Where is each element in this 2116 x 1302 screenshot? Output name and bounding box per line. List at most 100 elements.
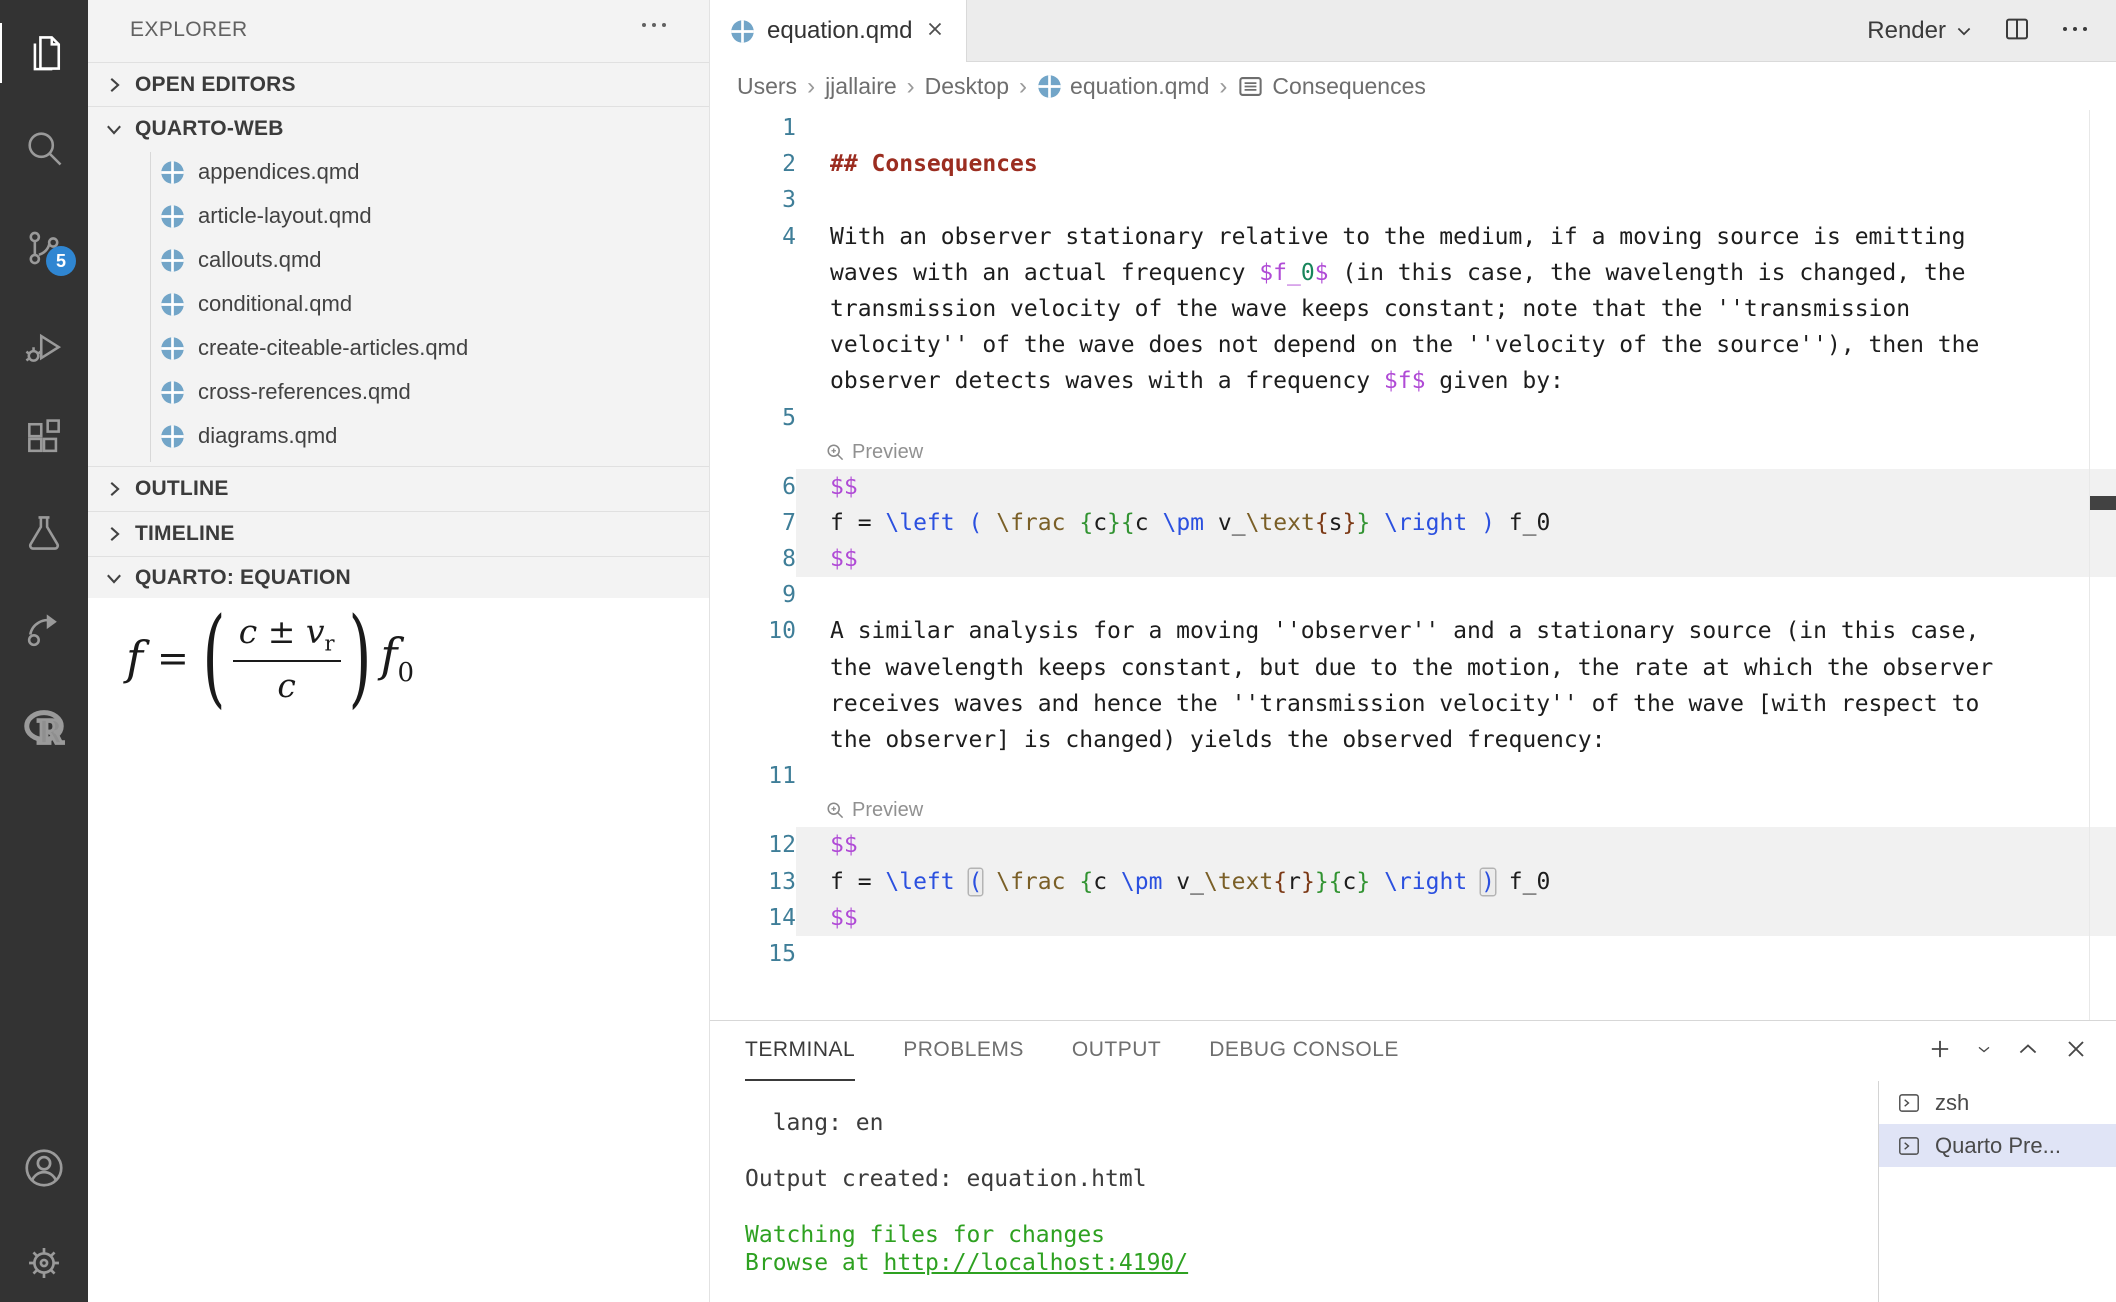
line-content[interactable] [796, 182, 2116, 218]
line-number: 4 [710, 219, 796, 255]
line-number [710, 722, 796, 758]
line-number: 5 [710, 400, 796, 436]
line-content[interactable] [796, 758, 2116, 794]
text-editor[interactable]: 12## Consequences34With an observer stat… [710, 110, 2116, 1020]
open-editors-section[interactable]: OPEN EDITORS [88, 62, 709, 106]
panel-tab-terminal[interactable]: TERMINAL [745, 1021, 855, 1081]
breadcrumb-item[interactable]: jjallaire [825, 73, 897, 100]
preview-codelens[interactable]: Preview [796, 436, 2116, 469]
testing-icon[interactable] [0, 503, 88, 563]
quarto-file-icon [160, 380, 185, 405]
line-content[interactable]: $$ [796, 541, 2116, 577]
timeline-section[interactable]: TIMELINE [88, 511, 709, 555]
run-debug-icon[interactable] [0, 318, 88, 378]
overview-ruler-cursor-marker[interactable] [2090, 496, 2116, 510]
line-content[interactable]: the observer] is changed) yields the obs… [796, 722, 2116, 758]
terminal-output[interactable]: lang: enOutput created: equation.htmlWat… [710, 1081, 1878, 1302]
line-content[interactable] [796, 577, 2116, 613]
outline-section[interactable]: OUTLINE [88, 466, 709, 510]
terminal-text: Output created: equation.html [745, 1166, 1147, 1192]
line-content[interactable]: observer detects waves with a frequency … [796, 363, 2116, 399]
svg-text:R: R [36, 712, 64, 751]
explorer-icon[interactable] [0, 23, 88, 83]
quarto-equation-section[interactable]: QUARTO: EQUATION [88, 556, 709, 598]
line-number [710, 327, 796, 363]
line-content[interactable]: $$ [796, 469, 2116, 505]
terminal-instance[interactable]: zsh [1879, 1081, 2116, 1124]
line-content[interactable]: velocity'' of the wave does not depend o… [796, 327, 2116, 363]
new-terminal-icon[interactable] [1926, 1035, 1954, 1068]
explorer-more-actions-icon[interactable] [639, 18, 669, 36]
quarto-equation-webview: f = ( c ± vr c ) f0 [88, 598, 709, 1302]
file-item[interactable]: appendices.qmd [88, 150, 709, 194]
line-content[interactable] [796, 936, 2116, 972]
account-icon[interactable] [0, 1138, 88, 1198]
editor-line: 15 [710, 936, 2116, 972]
maximize-panel-icon[interactable] [2014, 1035, 2042, 1068]
file-item[interactable]: diagrams.qmd [88, 414, 709, 458]
line-content[interactable]: $$ [796, 827, 2116, 863]
file-item[interactable]: callouts.qmd [88, 238, 709, 282]
line-content[interactable]: transmission velocity of the wave keeps … [796, 291, 2116, 327]
render-button[interactable]: Render [1867, 17, 1974, 45]
settings-gear-icon[interactable] [0, 1233, 88, 1293]
terminal-link[interactable]: http://localhost:4190/ [883, 1250, 1188, 1276]
editor-line: velocity'' of the wave does not depend o… [710, 327, 2116, 363]
file-name: article-layout.qmd [198, 203, 372, 229]
file-item[interactable]: article-layout.qmd [88, 194, 709, 238]
panel-tab-output[interactable]: OUTPUT [1072, 1021, 1161, 1081]
quarto-file-icon [730, 19, 755, 44]
split-editor-icon[interactable] [2002, 14, 2032, 49]
line-content[interactable]: waves with an actual frequency $f_0$ (in… [796, 255, 2116, 291]
source-control-icon[interactable]: 5 [0, 218, 88, 278]
line-number [710, 436, 796, 469]
terminal-line [745, 1193, 1878, 1221]
terminal-icon [1896, 1133, 1922, 1159]
editor-more-actions-icon[interactable] [2060, 22, 2090, 40]
line-content[interactable]: f = \left ( \frac {c}{c \pm v_\text{s}} … [796, 505, 2116, 541]
file-item[interactable]: cross-references.qmd [88, 370, 709, 414]
line-content[interactable]: $$ [796, 900, 2116, 936]
line-content[interactable]: f = \left ( \frac {c \pm v_\text{r}}{c} … [796, 864, 2116, 900]
editor-line: 9 [710, 577, 2116, 613]
editor-line: 5 [710, 400, 2116, 436]
breadcrumb-item[interactable]: Desktop [925, 73, 1009, 100]
line-content[interactable]: the wavelength keeps constant, but due t… [796, 650, 2116, 686]
line-content[interactable] [796, 110, 2116, 146]
chevron-down-icon [103, 567, 125, 589]
zoom-preview-icon [826, 443, 845, 462]
workspace-section[interactable]: QUARTO-WEB [88, 106, 709, 150]
breadcrumb-item[interactable]: equation.qmd [1070, 73, 1209, 100]
line-content[interactable]: A similar analysis for a moving ''observ… [796, 613, 2116, 649]
tab-close-icon[interactable] [924, 18, 946, 45]
chevron-right-icon [103, 74, 125, 96]
editor-line: observer detects waves with a frequency … [710, 363, 2116, 399]
editor-line: transmission velocity of the wave keeps … [710, 291, 2116, 327]
terminal-line: Output created: equation.html [745, 1165, 1878, 1193]
panel-tab-debug-console[interactable]: DEBUG CONSOLE [1209, 1021, 1399, 1081]
line-content[interactable]: With an observer stationary relative to … [796, 219, 2116, 255]
chevron-right-icon [103, 478, 125, 500]
panel-tab-problems[interactable]: PROBLEMS [903, 1021, 1024, 1081]
extensions-icon[interactable] [0, 408, 88, 468]
r-language-icon[interactable]: R [0, 698, 88, 758]
sidebar-title-row: EXPLORER [88, 0, 709, 60]
quarto-file-icon [160, 336, 185, 361]
line-content[interactable]: ## Consequences [796, 146, 2116, 182]
terminal-instance[interactable]: Quarto Pre... [1879, 1124, 2116, 1167]
file-item[interactable]: conditional.qmd [88, 282, 709, 326]
file-item[interactable]: create-citeable-articles.qmd [88, 326, 709, 370]
line-content[interactable] [796, 400, 2116, 436]
file-name: callouts.qmd [198, 247, 322, 273]
breadcrumb-item[interactable]: Consequences [1272, 73, 1425, 100]
terminal-line [745, 1137, 1878, 1165]
search-icon[interactable] [0, 118, 88, 178]
quarto-publish-icon[interactable] [0, 600, 88, 660]
line-content[interactable]: receives waves and hence the ''transmiss… [796, 686, 2116, 722]
preview-codelens[interactable]: Preview [796, 794, 2116, 827]
terminal-dropdown-icon[interactable] [1974, 1039, 1994, 1064]
tab-equation-qmd[interactable]: equation.qmd [710, 0, 967, 62]
close-panel-icon[interactable] [2062, 1035, 2090, 1068]
breadcrumb-item[interactable]: Users [737, 73, 797, 100]
line-number [710, 363, 796, 399]
